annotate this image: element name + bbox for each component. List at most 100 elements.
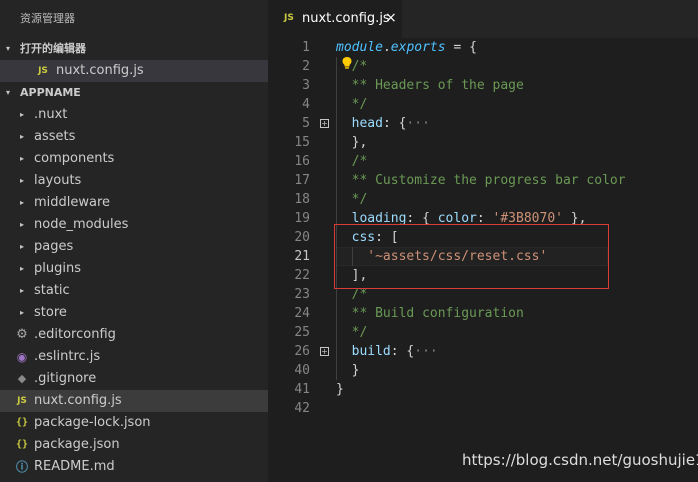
sidebar-folder-item[interactable]: ▸ components [0,148,268,170]
line-number: 18 [294,192,310,207]
code-line[interactable]: 18 */ [268,190,698,209]
line-number: 26 [294,344,310,359]
line-number: 23 [294,287,310,302]
info-icon: ⓘ [15,460,28,474]
fold-expand-icon[interactable]: + [320,347,329,356]
sidebar-folder-item[interactable]: ▸ middleware [0,192,268,214]
code-line[interactable]: 41} [268,380,698,399]
sidebar-folder-item[interactable]: ▸ .nuxt [0,104,268,126]
line-number: 3 [302,78,310,93]
indent-guide [336,76,337,95]
code-line[interactable]: 5 + head: {··· [268,114,698,133]
line-number: 17 [294,173,310,188]
sidebar-folder-label: layouts [34,173,82,188]
indent-guide [336,171,337,190]
line-number: 4 [302,97,310,112]
line-number: 24 [294,306,310,321]
sidebar-folder-label: node_modules [34,217,129,232]
sidebar-file-item[interactable]: ◉ .eslintrc.js [0,346,268,368]
code-text: }, [351,135,368,150]
chevron-right-icon: ▸ [20,286,25,295]
sidebar-folder-item[interactable]: ▸ store [0,302,268,324]
code-line[interactable]: 17 ** Customize the progress bar color [268,171,698,190]
sidebar-folder-label: plugins [34,261,81,276]
line-number: 5 [302,116,310,131]
indent-guide [336,304,337,323]
sidebar-folder-label: middleware [34,195,111,210]
line-number: 20 [294,230,310,245]
line-number: 2 [302,59,310,74]
js-file-icon: JS [17,396,27,406]
sidebar-folder-item[interactable]: ▸ node_modules [0,214,268,236]
line-number: 40 [294,363,310,378]
line-number: 42 [294,401,310,416]
fold-expand-icon[interactable]: + [320,119,329,128]
explorer-title: 资源管理器 [20,12,75,25]
sidebar-file-item[interactable]: {} package.json [0,434,268,456]
line-number: 41 [294,382,310,397]
open-editors-section[interactable]: ▾ 打开的编辑器 [0,38,268,60]
sidebar-folder-item[interactable]: ▸ static [0,280,268,302]
lightbulb-icon[interactable] [341,56,353,70]
json-file-icon: {} [15,439,29,450]
sidebar-folder-label: pages [34,239,74,254]
line-number: 22 [294,268,310,283]
indent-guide [336,323,337,342]
eslint-icon: ◉ [16,350,28,364]
code-line[interactable]: 4 */ [268,95,698,114]
project-section[interactable]: ▾ APPNAME [0,82,268,104]
sidebar-folder-item[interactable]: ▸ pages [0,236,268,258]
tab-bar: JS nuxt.config.js × [268,0,698,38]
gear-icon: ⚙ [16,327,28,342]
sidebar-file-label: README.md [34,459,115,474]
sidebar-file-item[interactable]: {} package-lock.json [0,412,268,434]
code-line[interactable]: 25 */ [268,323,698,342]
indent-guide [336,133,337,152]
code-line[interactable]: 42 [268,399,698,418]
sidebar-folder-item[interactable]: ▸ assets [0,126,268,148]
line-number: 21 [294,249,310,264]
watermark-text: https://blog.csdn.net/guoshujie1 [462,451,698,469]
sidebar-file-item[interactable]: ⓘ README.md [0,456,268,478]
line-number: 19 [294,211,310,226]
code-text: ** Headers of the page [351,78,524,93]
code-line[interactable]: 1 module.exports = { [268,38,698,57]
code-line[interactable]: 16 /* [268,152,698,171]
line-number: 16 [294,154,310,169]
chevron-down-icon: ▾ [6,44,11,53]
sidebar-folder-label: assets [34,129,76,144]
code-line[interactable]: 2 /* [268,57,698,76]
chevron-right-icon: ▸ [20,264,25,273]
open-editors-label: 打开的编辑器 [20,42,86,55]
git-icon: ◆ [17,372,27,385]
sidebar-folder-item[interactable]: ▸ layouts [0,170,268,192]
indent-guide [336,57,337,76]
code-line[interactable]: 26 + build: {··· [268,342,698,361]
sidebar-file-label: .gitignore [34,371,97,386]
code-line[interactable]: 15}, [268,133,698,152]
sidebar-file-item[interactable]: ◆ .gitignore [0,368,268,390]
open-editor-item[interactable]: JS nuxt.config.js [0,60,268,82]
code-line[interactable]: 40} [268,361,698,380]
sidebar-file-item[interactable]: JS nuxt.config.js [0,390,268,412]
project-label: APPNAME [20,86,81,99]
chevron-right-icon: ▸ [20,154,25,163]
indent-guide [336,152,337,171]
sidebar-file-label: .eslintrc.js [34,349,101,364]
close-icon[interactable]: × [385,10,397,26]
sidebar-file-item[interactable]: ⚙ .editorconfig [0,324,268,346]
code-text: } [336,382,344,397]
indent-guide [336,190,337,209]
code-text: module.exports = { [336,40,477,55]
code-line[interactable]: 3 ** Headers of the page [268,76,698,95]
js-file-icon: JS [38,66,48,76]
line-number: 25 [294,325,310,340]
tab-nuxt-config[interactable]: JS nuxt.config.js × [268,0,402,38]
code-text: build: {··· [351,344,438,359]
code-line[interactable]: 24 ** Build configuration [268,304,698,323]
code-text: ** Customize the progress bar color [351,173,626,188]
code-text: } [351,363,360,378]
sidebar-folder-item[interactable]: ▸ plugins [0,258,268,280]
json-file-icon: {} [15,417,29,428]
sidebar-folder-label: static [34,283,70,298]
